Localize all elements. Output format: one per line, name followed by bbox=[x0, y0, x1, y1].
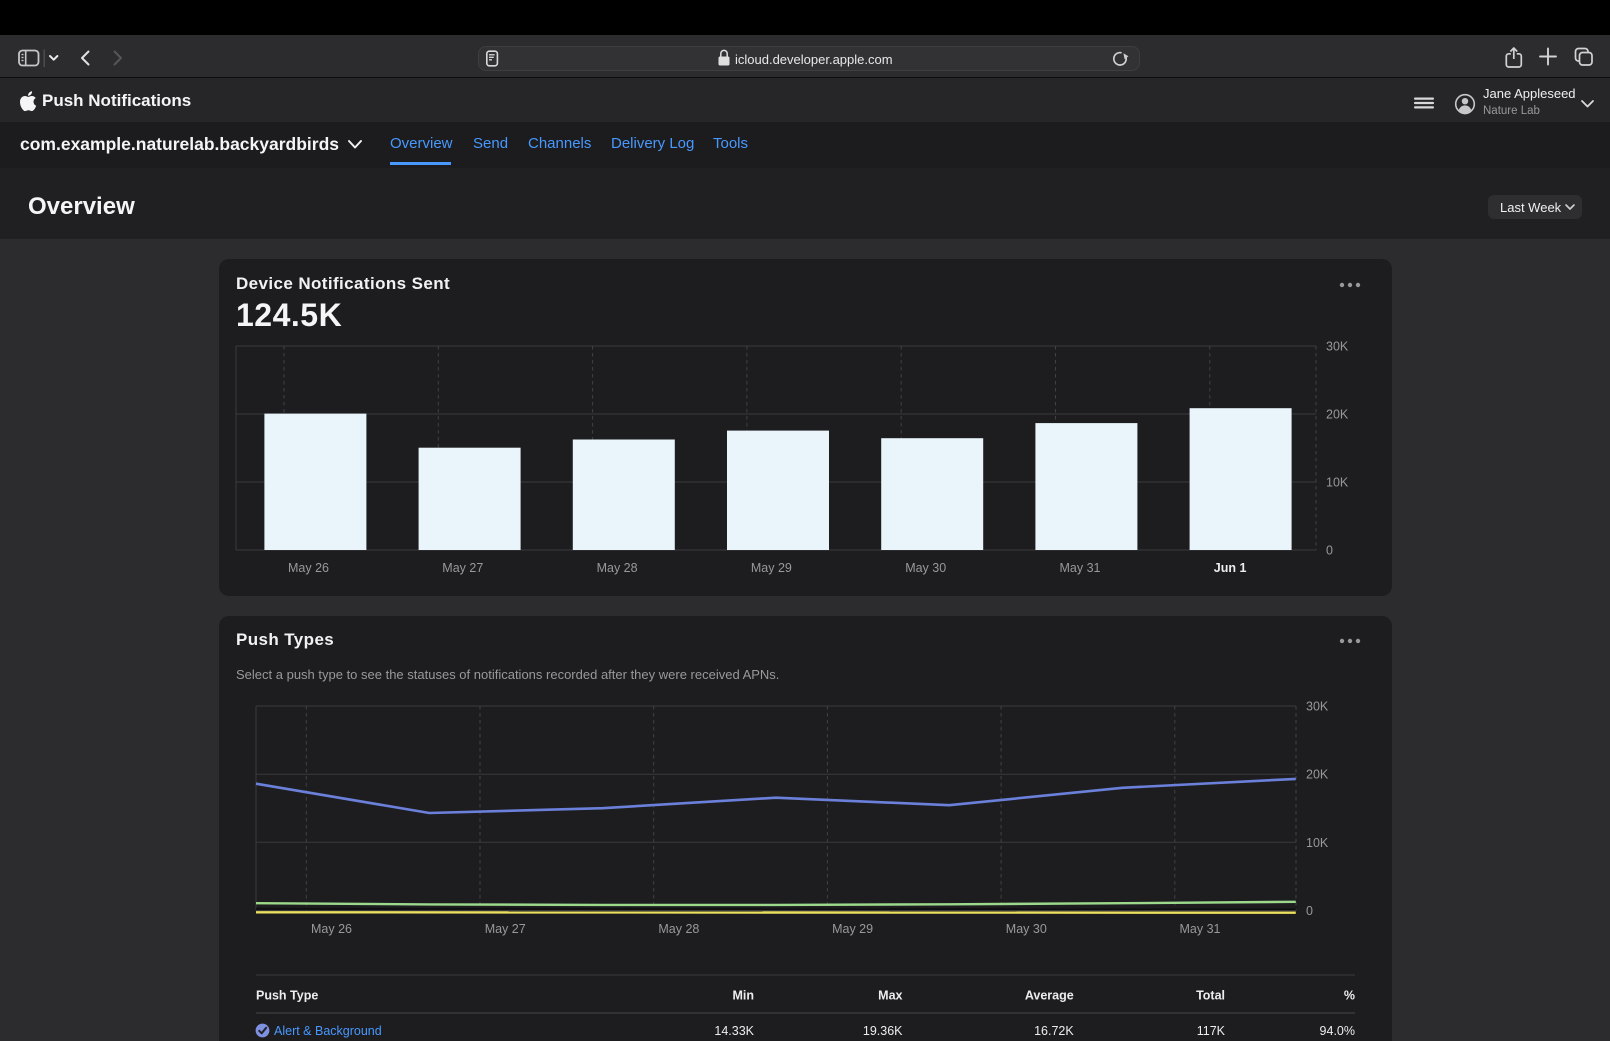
svg-text:May 29: May 29 bbox=[751, 561, 792, 575]
svg-text:%: % bbox=[1344, 989, 1355, 1003]
svg-text:10K: 10K bbox=[1306, 836, 1329, 850]
svg-text:117K: 117K bbox=[1197, 1024, 1226, 1038]
svg-text:14.33K: 14.33K bbox=[714, 1024, 754, 1038]
svg-text:0: 0 bbox=[1306, 904, 1313, 918]
svg-text:May 27: May 27 bbox=[442, 561, 483, 575]
svg-text:Max: Max bbox=[878, 989, 902, 1003]
svg-text:0: 0 bbox=[1326, 544, 1333, 558]
svg-text:Jun 1: Jun 1 bbox=[1214, 561, 1247, 575]
svg-text:Alert & Background: Alert & Background bbox=[274, 1024, 382, 1038]
svg-text:May 28: May 28 bbox=[597, 561, 638, 575]
svg-text:19.36K: 19.36K bbox=[863, 1024, 903, 1038]
svg-text:May 30: May 30 bbox=[905, 561, 946, 575]
svg-text:May 26: May 26 bbox=[288, 561, 329, 575]
svg-text:Push Type: Push Type bbox=[256, 989, 318, 1003]
svg-text:30K: 30K bbox=[1306, 700, 1329, 714]
svg-text:May 31: May 31 bbox=[1180, 922, 1221, 936]
svg-text:30K: 30K bbox=[1326, 340, 1349, 354]
svg-text:May 27: May 27 bbox=[485, 922, 526, 936]
svg-text:20K: 20K bbox=[1306, 768, 1329, 782]
svg-text:10K: 10K bbox=[1326, 476, 1349, 490]
svg-text:Min: Min bbox=[732, 989, 754, 1003]
svg-text:May 29: May 29 bbox=[832, 922, 873, 936]
svg-text:94.0%: 94.0% bbox=[1320, 1024, 1355, 1038]
svg-text:Total: Total bbox=[1196, 989, 1225, 1003]
svg-text:Average: Average bbox=[1025, 989, 1074, 1003]
svg-text:May 28: May 28 bbox=[658, 922, 699, 936]
svg-text:May 30: May 30 bbox=[1006, 922, 1047, 936]
svg-text:May 31: May 31 bbox=[1060, 561, 1101, 575]
svg-text:May 26: May 26 bbox=[311, 922, 352, 936]
svg-text:20K: 20K bbox=[1326, 408, 1349, 422]
svg-text:16.72K: 16.72K bbox=[1034, 1024, 1074, 1038]
